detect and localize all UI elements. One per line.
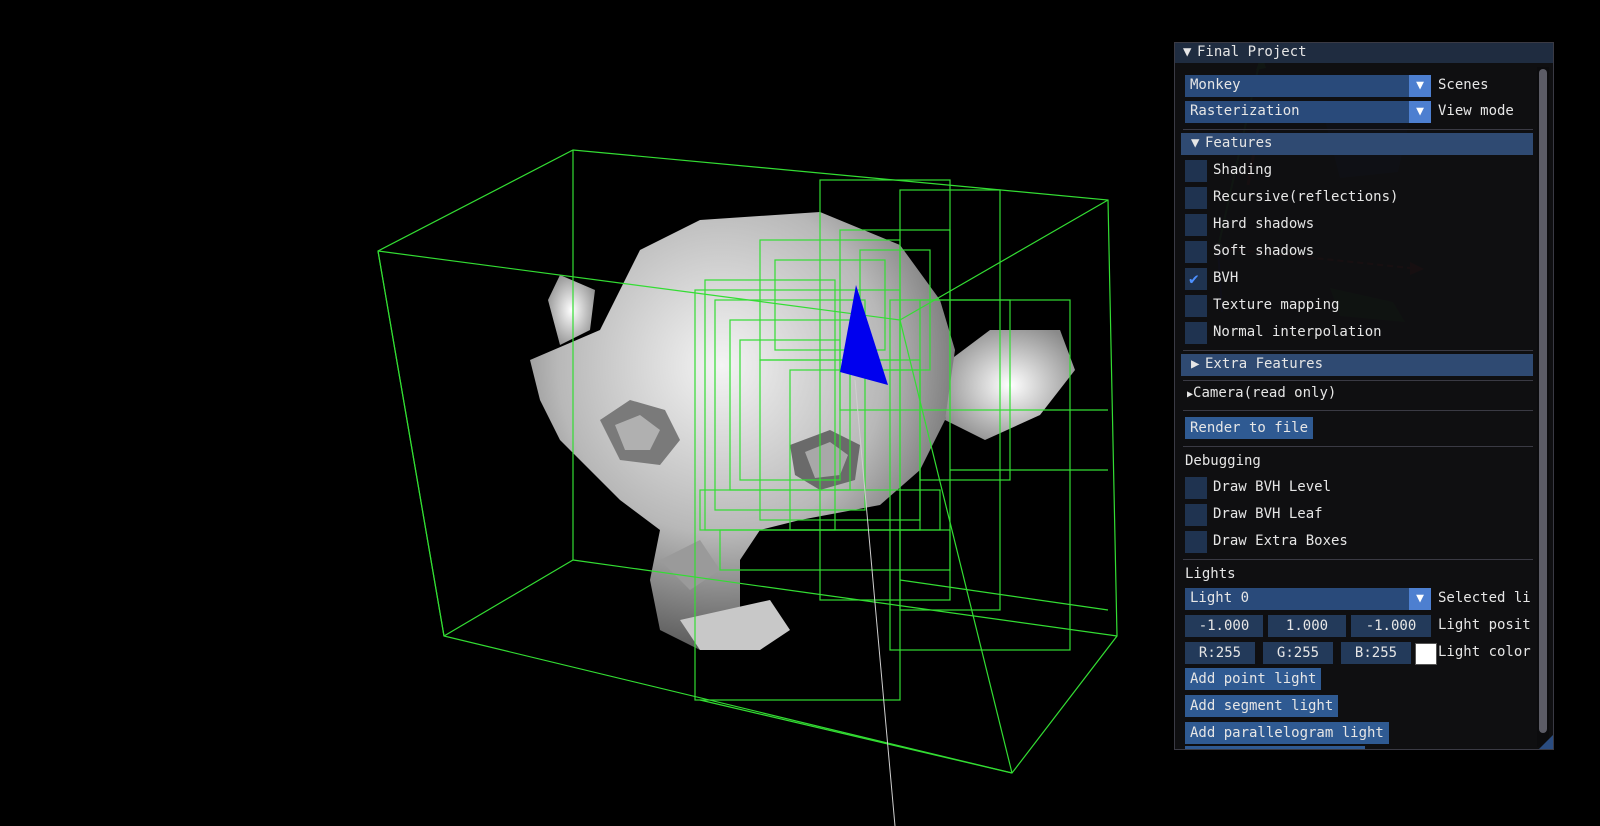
lights-label: Lights xyxy=(1185,566,1236,582)
light-select-combo[interactable]: Light 0 ▼ xyxy=(1185,588,1431,610)
camera-tree-label: Camera(read only) xyxy=(1193,385,1337,401)
light-select-value: Light 0 xyxy=(1190,590,1250,606)
window-title-bar[interactable]: ▼ Final Project xyxy=(1175,43,1553,63)
shading-checkbox[interactable] xyxy=(1185,160,1207,182)
view-mode-label: View mode xyxy=(1438,103,1514,119)
collapse-arrow-icon: ▼ xyxy=(1191,135,1200,151)
draw-extra-boxes-label: Draw Extra Boxes xyxy=(1213,533,1348,549)
panel-scrollbar[interactable] xyxy=(1537,67,1549,747)
soft-shadows-label: Soft shadows xyxy=(1213,243,1315,259)
separator xyxy=(1183,559,1533,560)
camera-tree-node[interactable]: ▶Camera(read only) xyxy=(1187,385,1336,401)
draw-bvh-leaf-checkbox[interactable] xyxy=(1185,504,1207,526)
normal-interpolation-checkbox[interactable] xyxy=(1185,322,1207,344)
light-position-label: Light posit xyxy=(1438,617,1531,633)
features-header[interactable]: ▼ Features xyxy=(1181,133,1533,155)
extra-features-header-label: Extra Features xyxy=(1205,356,1324,372)
window-title: Final Project xyxy=(1197,44,1307,60)
expand-arrow-icon: ▶ xyxy=(1191,356,1200,372)
view-mode-combo-value: Rasterization xyxy=(1190,103,1300,119)
light-color-r-field[interactable]: R:255 xyxy=(1185,642,1255,664)
light-color-label: Light color xyxy=(1438,644,1531,660)
light-color-swatch[interactable] xyxy=(1415,643,1437,665)
light-position-y-field[interactable]: 1.000 xyxy=(1268,615,1346,637)
add-parallelogram-light-button[interactable]: Add parallelogram light xyxy=(1185,722,1389,744)
draw-bvh-level-checkbox[interactable] xyxy=(1185,477,1207,499)
draw-extra-boxes-checkbox[interactable] xyxy=(1185,531,1207,553)
scrollbar-thumb[interactable] xyxy=(1539,69,1547,733)
separator xyxy=(1183,380,1533,381)
bvh-label: BVH xyxy=(1213,270,1239,286)
resize-grip-icon[interactable] xyxy=(1539,735,1553,749)
view-mode-combo[interactable]: Rasterization ▼ xyxy=(1185,101,1431,123)
shading-label: Shading xyxy=(1213,162,1273,178)
add-segment-light-button[interactable]: Add segment light xyxy=(1185,695,1339,717)
scene-combo-value: Monkey xyxy=(1190,77,1241,93)
separator xyxy=(1183,410,1533,411)
light-position-x-field[interactable]: -1.000 xyxy=(1185,615,1263,637)
recursive-reflections-checkbox[interactable] xyxy=(1185,187,1207,209)
light-color-g-field[interactable]: G:255 xyxy=(1263,642,1333,664)
texture-mapping-label: Texture mapping xyxy=(1213,297,1340,313)
bvh-checkbox[interactable] xyxy=(1185,268,1207,290)
chevron-down-icon[interactable]: ▼ xyxy=(1409,75,1431,97)
next-button-clipped[interactable] xyxy=(1185,746,1365,749)
separator xyxy=(1183,129,1533,130)
light-color-b-field[interactable]: B:255 xyxy=(1341,642,1411,664)
selected-light-label: Selected li xyxy=(1438,590,1531,606)
light-position-z-field[interactable]: -1.000 xyxy=(1351,615,1431,637)
add-point-light-button[interactable]: Add point light xyxy=(1185,668,1322,690)
scene-label: Scenes xyxy=(1438,77,1489,93)
separator xyxy=(1183,350,1533,351)
soft-shadows-checkbox[interactable] xyxy=(1185,241,1207,263)
hard-shadows-label: Hard shadows xyxy=(1213,216,1315,232)
extra-features-header[interactable]: ▶ Extra Features xyxy=(1181,354,1533,376)
collapse-arrow-icon[interactable]: ▼ xyxy=(1183,44,1197,60)
recursive-reflections-label: Recursive(reflections) xyxy=(1213,189,1399,205)
final-project-window[interactable]: ▼ Final Project Monkey ▼ Scenes Rasteriza… xyxy=(1174,42,1554,750)
normal-interpolation-label: Normal interpolation xyxy=(1213,324,1382,340)
separator xyxy=(1183,446,1533,447)
debugging-label: Debugging xyxy=(1185,453,1261,469)
render-to-file-button[interactable]: Render to file xyxy=(1185,417,1314,439)
draw-bvh-level-label: Draw BVH Level xyxy=(1213,479,1332,495)
texture-mapping-checkbox[interactable] xyxy=(1185,295,1207,317)
chevron-down-icon[interactable]: ▼ xyxy=(1409,588,1431,610)
hard-shadows-checkbox[interactable] xyxy=(1185,214,1207,236)
monkey-mesh xyxy=(530,212,1075,650)
chevron-down-icon[interactable]: ▼ xyxy=(1409,101,1431,123)
draw-bvh-leaf-label: Draw BVH Leaf xyxy=(1213,506,1323,522)
scene-combo[interactable]: Monkey ▼ xyxy=(1185,75,1431,97)
features-header-label: Features xyxy=(1205,135,1273,151)
